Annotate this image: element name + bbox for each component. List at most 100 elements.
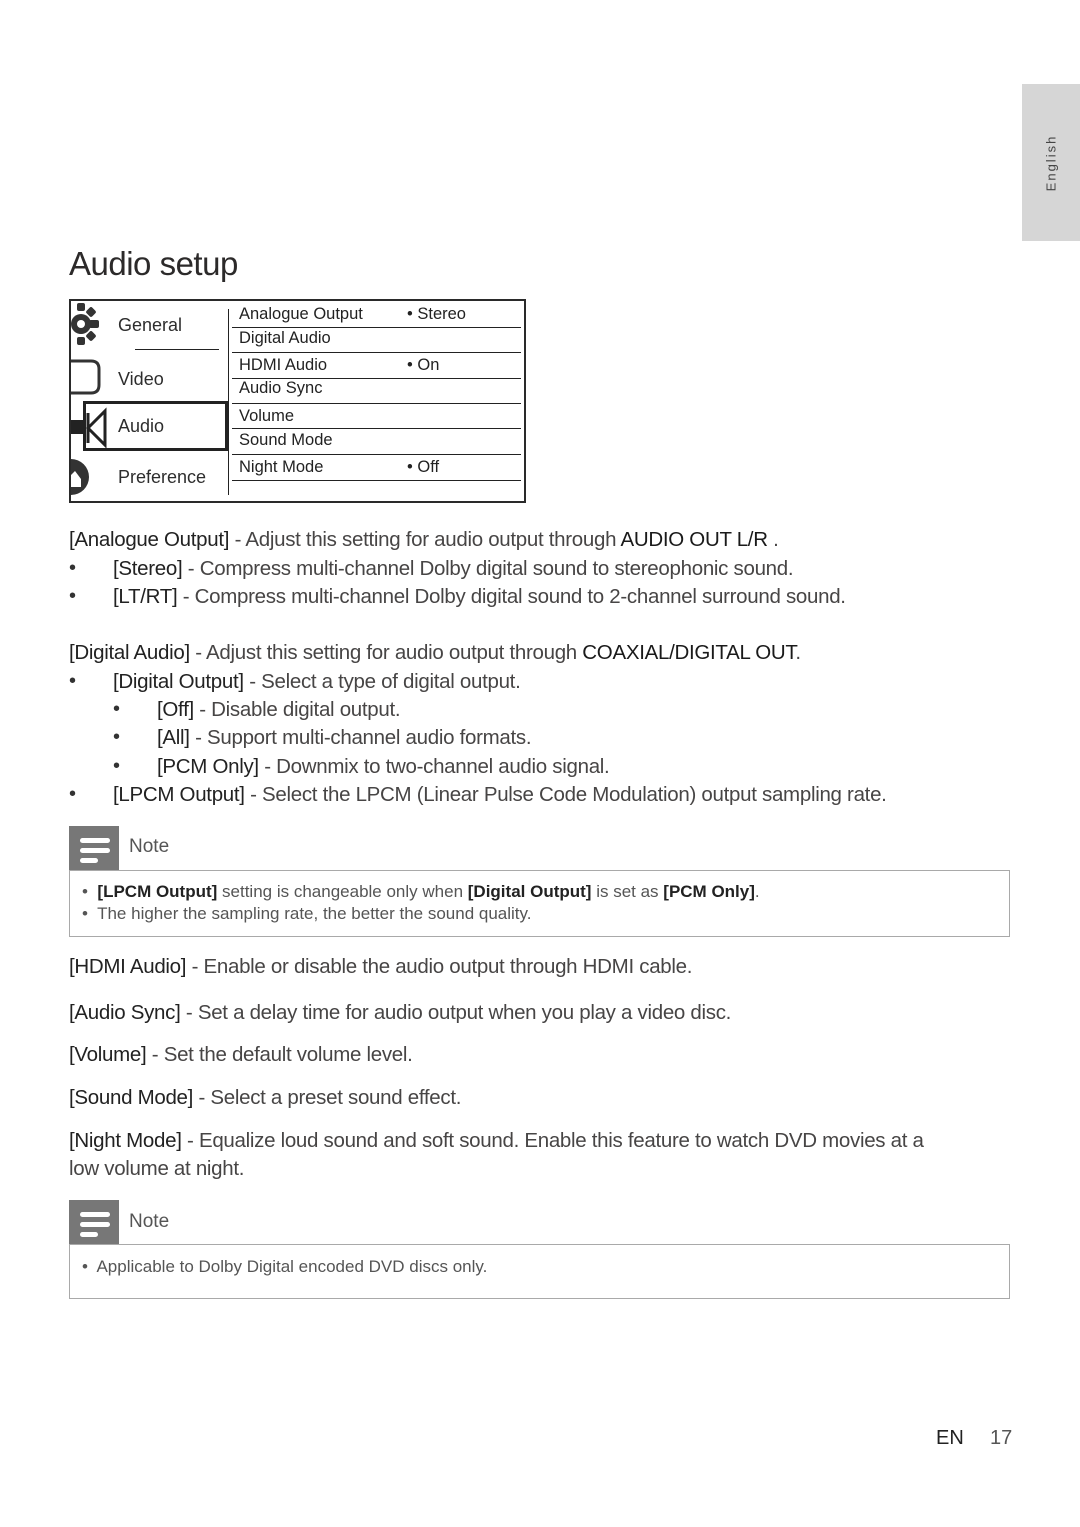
connector-label: AUDIO OUT L/R <box>620 528 768 551</box>
term: [Sound Mode] <box>69 1086 194 1109</box>
term: [PCM Only] <box>663 882 755 901</box>
option-lt-rt: [LT/RT] - Compress multi-channel Dolby d… <box>113 585 846 609</box>
note-box: • Applicable to Dolby Digital encoded DV… <box>69 1244 1010 1299</box>
desc: - Compress multi-channel Dolby digital s… <box>182 557 794 580</box>
note-icon <box>69 826 119 871</box>
note-line: • [LPCM Output] setting is changeable on… <box>82 882 760 901</box>
option-digital-output: [Digital Output] - Select a type of digi… <box>113 670 521 694</box>
category-divider <box>135 349 219 350</box>
night-mode-desc: [Night Mode] - Equalize loud sound and s… <box>69 1129 924 1153</box>
menu-category-audio[interactable]: Audio <box>118 416 164 437</box>
note-line: • Applicable to Dolby Digital encoded DV… <box>82 1257 488 1276</box>
term: [PCM Only] <box>157 755 259 778</box>
menu-item-night-mode[interactable]: Night Mode <box>239 458 323 477</box>
desc: Applicable to Dolby Digital encoded DVD … <box>96 1257 488 1276</box>
note-icon <box>69 1200 119 1245</box>
desc: setting is changeable only when <box>217 882 468 901</box>
option-pcm-only: [PCM Only] - Downmix to two-channel audi… <box>157 755 610 779</box>
sound-mode-desc: [Sound Mode] - Select a preset sound eff… <box>69 1086 461 1110</box>
menu-value-night-mode: • Off <box>407 458 440 476</box>
night-mode-desc-cont: low volume at night. <box>69 1157 245 1180</box>
menu-row-divider <box>232 327 521 328</box>
option-stereo: [Stereo] - Compress multi-channel Dolby … <box>113 557 794 581</box>
menu-item-audio-sync[interactable]: Audio Sync <box>239 379 322 398</box>
audio-sync-desc: [Audio Sync] - Set a delay time for audi… <box>69 1001 731 1025</box>
desc: - Adjust this setting for audio output t… <box>229 528 621 551</box>
menu-item-analogue-output[interactable]: Analogue Output <box>239 305 363 324</box>
term: [Off] <box>157 698 194 721</box>
menu-row-divider <box>232 403 521 404</box>
option-off: [Off] - Disable digital output. <box>157 698 401 722</box>
option-lpcm-output: [LPCM Output] - Select the LPCM (Linear … <box>113 783 887 807</box>
term: [All] <box>157 726 190 749</box>
menu-row-divider <box>232 352 521 353</box>
audio-setup-menu: General Video Audio Preference Analogue … <box>69 299 526 503</box>
bullet: • <box>69 783 77 805</box>
desc: - Set the default volume level. <box>146 1043 413 1066</box>
punct: . <box>795 641 801 664</box>
bullet: • <box>69 670 77 692</box>
term: [Digital Audio] <box>69 641 190 664</box>
desc: - Equalize loud sound and soft sound. En… <box>181 1129 924 1152</box>
menu-category-video[interactable]: Video <box>118 369 164 390</box>
desc: - Enable or disable the audio output thr… <box>186 955 693 978</box>
desc: - Adjust this setting for audio output t… <box>189 641 583 664</box>
note-box: • [LPCM Output] setting is changeable on… <box>69 870 1010 937</box>
term: [Audio Sync] <box>69 1001 181 1024</box>
term: [Night Mode] <box>69 1129 182 1152</box>
term: [Digital Output] <box>467 882 592 901</box>
desc: - Support multi-channel audio formats. <box>189 726 532 749</box>
screen-icon <box>71 359 101 395</box>
hdmi-audio-desc: [HDMI Audio] - Enable or disable the aud… <box>69 955 692 979</box>
punct: . <box>754 882 760 901</box>
menu-item-digital-audio[interactable]: Digital Audio <box>239 329 331 348</box>
menu-item-volume[interactable]: Volume <box>239 407 294 426</box>
page-number: 17 <box>990 1427 1013 1449</box>
bullet: • <box>113 698 121 720</box>
page-title: Audio setup <box>69 245 238 282</box>
punct: . <box>767 528 779 551</box>
menu-row-divider <box>232 454 521 455</box>
note-line: • The higher the sampling rate, the bett… <box>82 904 532 923</box>
menu-row-divider <box>232 428 521 429</box>
desc: - Compress multi-channel Dolby digital s… <box>177 585 846 608</box>
menu-value-analogue-output: • Stereo <box>407 305 466 323</box>
term: [LT/RT] <box>113 585 178 608</box>
term: [HDMI Audio] <box>69 955 187 978</box>
term: [Stereo] <box>113 557 183 580</box>
desc: - Set a delay time for audio output when… <box>180 1001 732 1024</box>
bullet: • <box>113 755 121 777</box>
digital-audio-desc: [Digital Audio] - Adjust this setting fo… <box>69 641 801 665</box>
note-label: Note <box>129 836 170 857</box>
menu-category-preference[interactable]: Preference <box>118 467 206 488</box>
volume-desc: [Volume] - Set the default volume level. <box>69 1043 413 1067</box>
term: [Analogue Output] <box>69 528 230 551</box>
note-label: Note <box>129 1211 170 1232</box>
menu-item-hdmi-audio[interactable]: HDMI Audio <box>239 356 327 375</box>
menu-item-sound-mode[interactable]: Sound Mode <box>239 431 333 450</box>
footer-language: EN <box>936 1427 964 1449</box>
language-label: English <box>1043 134 1059 191</box>
speaker-icon <box>71 407 107 449</box>
bullet: • <box>69 557 77 579</box>
term: [Volume] <box>69 1043 147 1066</box>
term: [LPCM Output] <box>113 783 245 806</box>
desc: - Select a type of digital output. <box>243 670 521 693</box>
desc: The higher the sampling rate, the better… <box>97 904 532 923</box>
desc: - Downmix to two-channel audio signal. <box>258 755 610 778</box>
menu-category-general[interactable]: General <box>118 315 182 336</box>
connector-label: COAXIAL/DIGITAL OUT <box>582 641 796 664</box>
analogue-output-desc: [Analogue Output] - Adjust this setting … <box>69 528 779 552</box>
preference-icon <box>71 459 89 495</box>
term: [LPCM Output] <box>97 882 218 901</box>
menu-value-hdmi-audio: • On <box>407 356 440 374</box>
desc: - Select a preset sound effect. <box>193 1086 462 1109</box>
bullet: • <box>69 585 77 607</box>
desc: - Disable digital output. <box>193 698 401 721</box>
language-side-tab: English <box>1022 84 1080 241</box>
menu-separator <box>228 309 229 495</box>
desc: - Select the LPCM (Linear Pulse Code Mod… <box>244 783 887 806</box>
term: [Digital Output] <box>113 670 244 693</box>
bullet: • <box>113 726 121 748</box>
gear-icon <box>71 303 99 345</box>
